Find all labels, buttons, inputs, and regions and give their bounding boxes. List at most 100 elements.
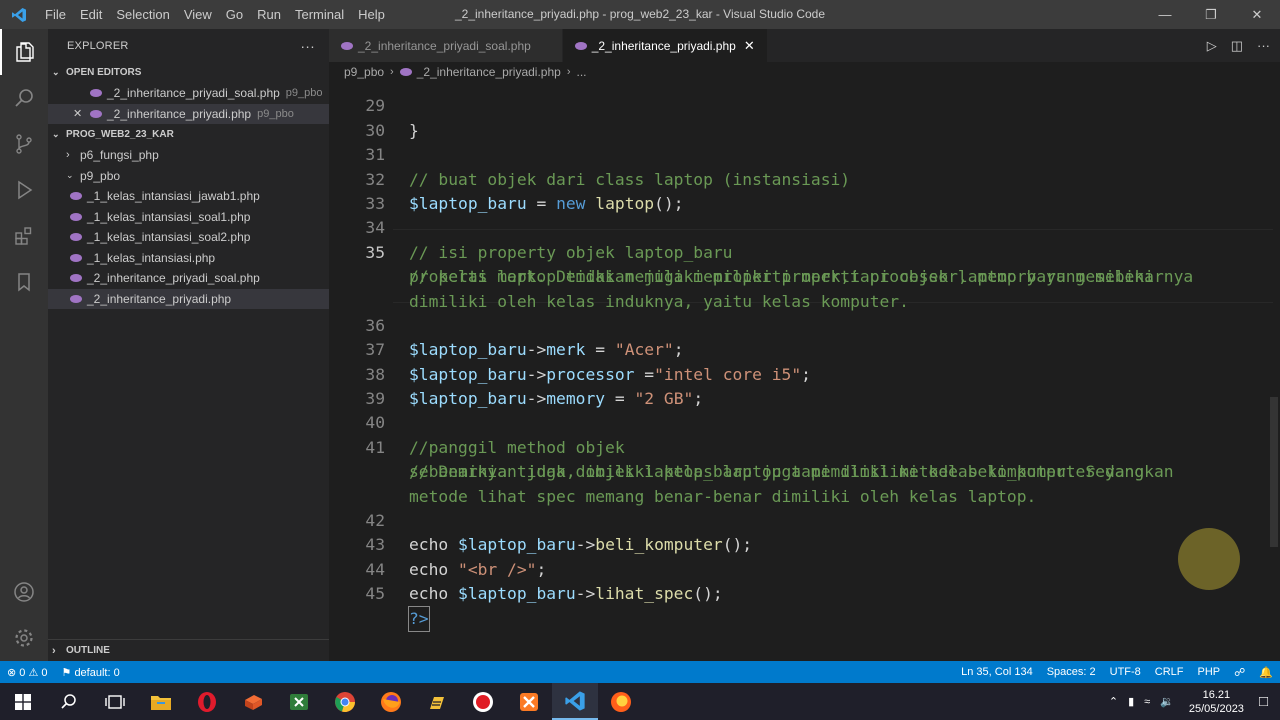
menu-run[interactable]: Run: [250, 0, 288, 29]
settings-gear-icon[interactable]: [0, 615, 48, 661]
chevron-down-icon: ⌄: [52, 129, 60, 139]
branch-indicator[interactable]: ⚑ default: 0: [55, 666, 127, 679]
minimize-icon[interactable]: —: [1142, 0, 1188, 29]
firefox-browser-icon[interactable]: [368, 683, 414, 720]
more-actions-icon[interactable]: ···: [300, 38, 315, 54]
folder-item-p9[interactable]: ⌄ p9_pbo: [48, 166, 329, 187]
search-icon[interactable]: [0, 75, 48, 121]
folder-name: p6_fungsi_php: [80, 148, 159, 163]
php-file-icon: [70, 253, 82, 262]
file-name: _1_kelas_intansiasi_soal2.php: [87, 230, 251, 245]
vscode-taskbar-icon[interactable]: [552, 683, 598, 720]
maximize-icon[interactable]: ❐: [1188, 0, 1234, 29]
line-ending[interactable]: CRLF: [1148, 666, 1191, 678]
tray-expand-icon[interactable]: ⌃: [1104, 695, 1123, 708]
code-line: 45 ?>: [329, 558, 1280, 633]
menu-terminal[interactable]: Terminal: [288, 0, 351, 29]
mouse-pointer-highlight: [1178, 528, 1240, 590]
xampp-icon[interactable]: [506, 683, 552, 720]
windows-start-icon[interactable]: [0, 683, 46, 720]
split-editor-icon[interactable]: ◫: [1231, 38, 1243, 54]
file-item[interactable]: _1_kelas_intansiasi_jawab1.php: [48, 186, 329, 207]
file-explorer-icon[interactable]: [138, 683, 184, 720]
tab-active[interactable]: _2_inheritance_priyadi.php ✕: [562, 29, 768, 62]
extensions-icon[interactable]: [0, 213, 48, 259]
file-name: _2_inheritance_priyadi.php: [87, 291, 232, 306]
cursor-position[interactable]: Ln 35, Col 134: [954, 666, 1040, 678]
code-line: 31 // buat objek dari class laptop (inst…: [329, 119, 1280, 188]
clock-date: 25/05/2023: [1188, 702, 1244, 715]
indentation[interactable]: Spaces: 2: [1040, 666, 1103, 678]
workspace-section[interactable]: ⌄ PROG_WEB2_23_KAR: [48, 124, 329, 145]
editor-scrollbar[interactable]: [1266, 82, 1280, 661]
account-icon[interactable]: [0, 569, 48, 615]
php-file-icon: [574, 41, 587, 50]
file-item-active[interactable]: _2_inheritance_priyadi.php: [48, 288, 329, 309]
breadcrumb-more[interactable]: ...: [577, 65, 587, 79]
open-editor-item[interactable]: _2_inheritance_priyadi_soal.php p9_pbo: [48, 83, 329, 104]
notifications-icon[interactable]: 🔔: [1252, 666, 1280, 679]
breadcrumb-folder[interactable]: p9_pbo: [344, 65, 384, 79]
breadcrumb-file[interactable]: _2_inheritance_priyadi.php: [417, 65, 561, 79]
action-center-icon[interactable]: □: [1254, 693, 1280, 710]
explorer-sidebar: EXPLORER ··· ⌄ OPEN EDITORS _2_inheritan…: [48, 29, 329, 661]
spreadsheet-app-icon[interactable]: [276, 683, 322, 720]
file-item[interactable]: _2_inheritance_priyadi_soal.php: [48, 268, 329, 289]
taskbar-search-icon[interactable]: [46, 683, 92, 720]
problems-indicator[interactable]: ⊗ 0 ⚠ 0: [0, 666, 55, 679]
run-debug-icon[interactable]: [0, 167, 48, 213]
menu-bar: File Edit Selection View Go Run Terminal…: [38, 0, 392, 29]
chrome-browser-icon[interactable]: [322, 683, 368, 720]
close-icon[interactable]: ✕: [1234, 0, 1280, 29]
code-line: 34 // isi property objek laptop_baru: [329, 192, 1280, 261]
more-actions-icon[interactable]: ···: [1257, 38, 1270, 53]
menu-go[interactable]: Go: [219, 0, 250, 29]
firefox-alt-icon[interactable]: [598, 683, 644, 720]
outline-label: OUTLINE: [66, 645, 110, 656]
office-app-icon[interactable]: [230, 683, 276, 720]
run-file-icon[interactable]: ▷: [1207, 38, 1217, 54]
language-mode[interactable]: PHP: [1191, 666, 1228, 678]
notes-app-icon[interactable]: [414, 683, 460, 720]
encoding[interactable]: UTF-8: [1103, 666, 1148, 678]
bookmark-icon[interactable]: [0, 259, 48, 305]
folder-item-p6[interactable]: › p6_fungsi_php: [48, 145, 329, 166]
clock[interactable]: 16.21 25/05/2023: [1179, 688, 1254, 716]
source-control-icon[interactable]: [0, 121, 48, 167]
editor-area: _2_inheritance_priyadi_soal.php ✕ _2_inh…: [329, 29, 1280, 661]
task-view-icon[interactable]: [92, 683, 138, 720]
code-line: 39: [329, 363, 1280, 408]
file-item[interactable]: _1_kelas_intansiasi_soal2.php: [48, 227, 329, 248]
line-number: 45: [365, 584, 385, 604]
code-editor[interactable]: 29 } 30 31 // buat objek dari class lapt…: [329, 82, 1280, 661]
feedback-icon[interactable]: ☍: [1227, 666, 1252, 679]
opera-browser-icon[interactable]: [184, 683, 230, 720]
file-item[interactable]: _1_kelas_intansiasi_soal1.php: [48, 207, 329, 228]
tab-soal[interactable]: _2_inheritance_priyadi_soal.php ✕: [329, 29, 563, 62]
explorer-icon[interactable]: [0, 29, 48, 75]
open-editor-item-active[interactable]: ✕ _2_inheritance_priyadi.php p9_pbo: [48, 103, 329, 124]
code-line-wrap: sebenarnya tidak dimiliki kelas laptop t…: [329, 436, 1280, 481]
close-tab-icon[interactable]: ✕: [744, 38, 755, 54]
open-editors-section[interactable]: ⌄ OPEN EDITORS: [48, 62, 329, 83]
outline-section[interactable]: › OUTLINE: [48, 639, 329, 661]
battery-icon[interactable]: ▮: [1123, 695, 1139, 708]
scrollbar-thumb[interactable]: [1270, 397, 1278, 547]
menu-selection[interactable]: Selection: [109, 0, 176, 29]
chevron-down-icon: ⌄: [52, 67, 60, 77]
editor-actions: ▷ ◫ ···: [1207, 29, 1270, 62]
editor-tabs: _2_inheritance_priyadi_soal.php ✕ _2_inh…: [329, 29, 1280, 62]
open-editor-folder: p9_pbo: [257, 107, 294, 120]
menu-help[interactable]: Help: [351, 0, 392, 29]
branch-label: default: 0: [74, 666, 120, 679]
close-editor-icon[interactable]: ✕: [73, 107, 90, 120]
file-item[interactable]: _1_kelas_intansiasi.php: [48, 248, 329, 269]
menu-file[interactable]: File: [38, 0, 73, 29]
menu-view[interactable]: View: [177, 0, 219, 29]
screen-recorder-icon[interactable]: [460, 683, 506, 720]
activity-bar: [0, 29, 48, 661]
folder-name: p9_pbo: [80, 168, 121, 183]
menu-edit[interactable]: Edit: [73, 0, 109, 29]
network-icon[interactable]: ≈: [1139, 696, 1155, 708]
volume-icon[interactable]: 🔉: [1155, 695, 1179, 708]
